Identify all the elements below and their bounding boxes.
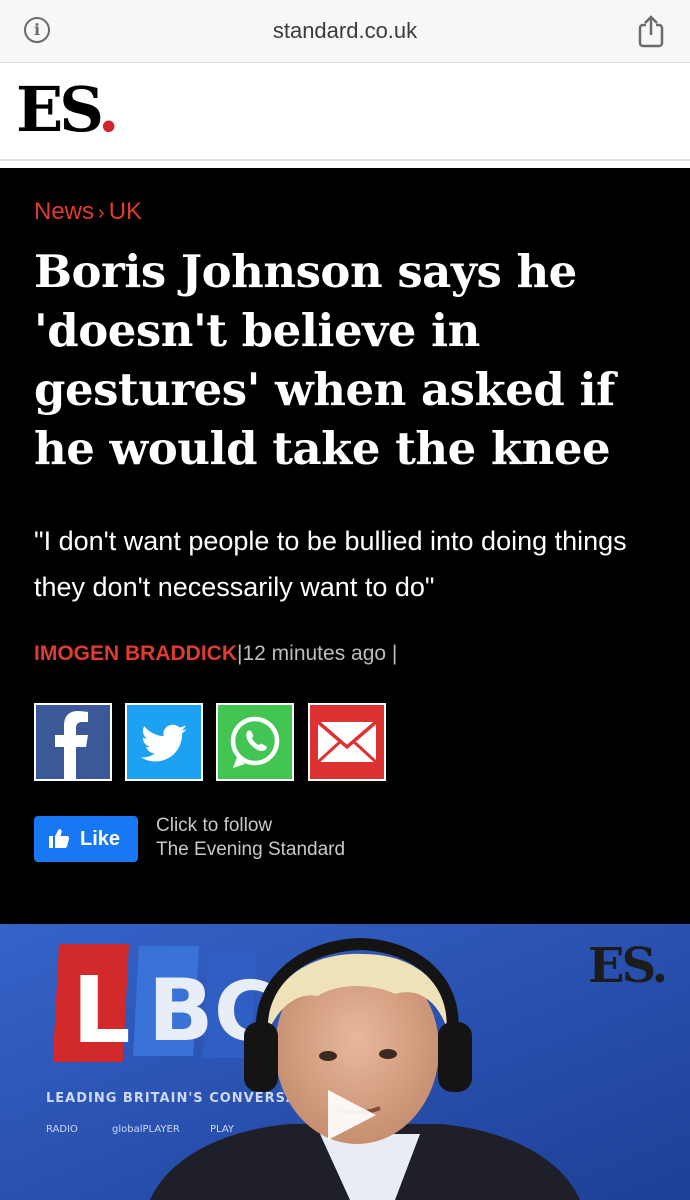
follow-line-1: Click to follow	[156, 815, 273, 836]
es-watermark: ES.	[588, 938, 665, 994]
lbc-letter-l: L	[72, 957, 131, 1064]
whatsapp-share-button[interactable]	[216, 703, 294, 781]
es-logo[interactable]: ES.	[16, 73, 120, 146]
breadcrumb: News › UK	[34, 198, 142, 226]
byline: IMOGEN BRADDICK|12 minutes ago |	[34, 642, 397, 666]
whatsapp-icon	[230, 716, 280, 768]
logo-letters: ES	[16, 73, 102, 146]
video-player[interactable]: L B C LEADING BRITAIN'S CONVERSATI RADIO…	[0, 924, 690, 1200]
thumbs-up-icon	[49, 829, 70, 848]
facebook-icon	[55, 711, 88, 779]
facebook-share-button[interactable]	[34, 703, 112, 781]
breadcrumb-separator: ›	[98, 202, 105, 224]
lbc-letter-b: B	[148, 961, 214, 1061]
article-standfirst: "I don't want people to be bullied into …	[34, 526, 627, 602]
platform-globalplayer: globalPLAYER	[112, 1124, 180, 1135]
follow-line-2: The Evening Standard	[156, 839, 346, 860]
lbc-tagline: LEADING BRITAIN'S CONVERSATI	[46, 1091, 312, 1106]
breadcrumb-news[interactable]: News	[34, 198, 94, 225]
video-thumbnail: L B C LEADING BRITAIN'S CONVERSATI RADIO…	[0, 924, 690, 1200]
site-header: ES.	[0, 63, 690, 161]
lbc-logo: L B C	[52, 944, 274, 1064]
author-name[interactable]: IMOGEN BRADDICK	[34, 642, 237, 665]
url-text[interactable]: standard.co.uk	[0, 18, 690, 44]
twitter-share-button[interactable]	[125, 703, 203, 781]
article-hero: News › UK Boris Johnson says he 'doesn't b…	[0, 168, 690, 924]
email-icon	[316, 720, 378, 764]
email-share-button[interactable]	[308, 703, 386, 781]
browser-address-bar[interactable]: i standard.co.uk	[0, 0, 690, 63]
breadcrumb-uk[interactable]: UK	[109, 198, 142, 225]
byline-divider-end: |	[391, 642, 398, 665]
facebook-like-button[interactable]: Like	[34, 816, 138, 862]
like-label: Like	[80, 828, 121, 850]
platform-radio: RADIO	[46, 1124, 78, 1135]
publish-time: 12 minutes ago	[242, 642, 387, 665]
share-icon[interactable]	[636, 14, 666, 48]
platform-play: PLAY	[210, 1124, 235, 1135]
article-headline: Boris Johnson says he 'doesn't believe i…	[34, 245, 615, 475]
follow-prompt: Click to follow The Evening Standard	[156, 814, 345, 862]
play-icon[interactable]	[322, 1086, 380, 1144]
logo-dot: .	[97, 73, 120, 146]
twitter-icon	[140, 724, 187, 762]
